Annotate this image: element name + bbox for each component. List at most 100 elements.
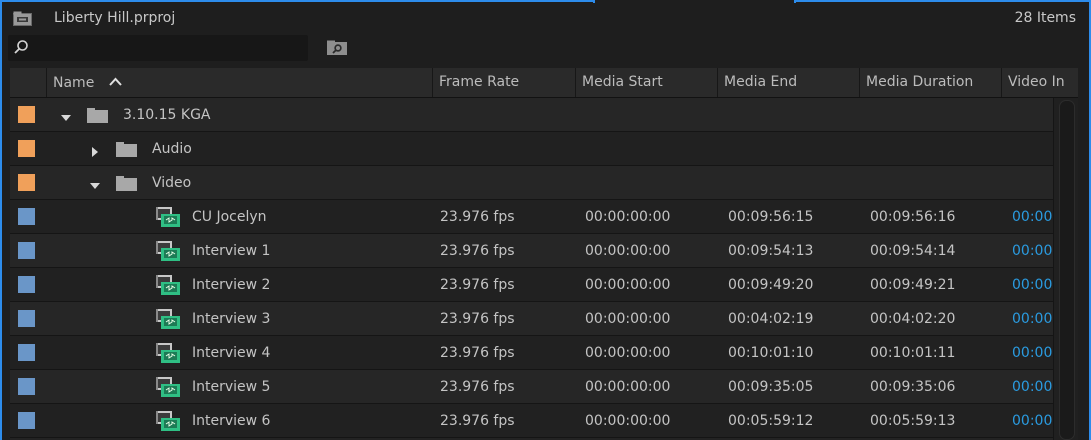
- column-header-media-start[interactable]: Media Start: [575, 68, 717, 97]
- clip-name: Interview 1: [192, 243, 271, 259]
- folder-icon: [87, 108, 108, 127]
- clip-row[interactable]: Interview 1 23.976 fps 00:00:00:00 00:09:54…: [10, 234, 1053, 268]
- media-end-cell: 00:04:02:19: [728, 311, 814, 327]
- label-color-swatch[interactable]: [18, 242, 35, 259]
- column-header-name-label: Name: [53, 75, 95, 91]
- folder-icon: [116, 176, 137, 195]
- video-in-cell[interactable]: 00:00:00:00: [1012, 200, 1053, 234]
- clip-name: CU Jocelyn: [192, 209, 267, 225]
- clip-row[interactable]: Interview 6 23.976 fps 00:00:00:00 00:05:59…: [10, 404, 1053, 438]
- label-color-swatch[interactable]: [18, 174, 35, 191]
- media-duration-cell: 00:05:59:13: [870, 413, 956, 429]
- disclosure-expanded-icon[interactable]: [60, 109, 72, 128]
- video-in-cell[interactable]: 00:00:00:00: [1012, 370, 1053, 404]
- media-duration-cell: 00:10:01:11: [870, 345, 956, 361]
- project-bin-icon[interactable]: [13, 11, 32, 26]
- media-end-cell: 00:05:59:12: [728, 413, 814, 429]
- multicam-clip-icon: [156, 275, 180, 299]
- clip-row[interactable]: Interview 5 23.976 fps 00:00:00:00 00:09:35…: [10, 370, 1053, 404]
- label-color-swatch[interactable]: [18, 140, 35, 157]
- media-start-cell: 00:00:00:00: [585, 209, 671, 225]
- frame-rate-cell: 23.976 fps: [440, 379, 515, 395]
- media-duration-cell: 00:09:54:14: [870, 243, 956, 259]
- column-header-name[interactable]: Name: [46, 68, 432, 97]
- label-color-swatch[interactable]: [18, 344, 35, 361]
- label-color-swatch[interactable]: [18, 208, 35, 225]
- frame-rate-cell: 23.976 fps: [440, 209, 515, 225]
- panel-focus-edge-left: [0, 0, 2, 440]
- label-color-swatch[interactable]: [18, 412, 35, 429]
- media-duration-cell: 00:04:02:20: [870, 311, 956, 327]
- clip-name: Interview 3: [192, 311, 271, 327]
- media-start-cell: 00:00:00:00: [585, 277, 671, 293]
- disclosure-expanded-icon[interactable]: [89, 177, 101, 196]
- multicam-clip-icon: [156, 377, 180, 401]
- scrollbar-track[interactable]: [1059, 100, 1075, 440]
- label-color-swatch[interactable]: [18, 310, 35, 327]
- new-search-bin-button[interactable]: [326, 40, 348, 56]
- frame-rate-cell: 23.976 fps: [440, 243, 515, 259]
- clip-row[interactable]: Interview 3 23.976 fps 00:00:00:00 00:04:02…: [10, 302, 1053, 336]
- panel-focus-border-right: [794, 0, 1091, 3]
- label-color-swatch[interactable]: [18, 378, 35, 395]
- column-header-row: Name Frame Rate Media Start Media End Me…: [10, 68, 1078, 98]
- media-start-cell: 00:00:00:00: [585, 243, 671, 259]
- column-header-label-color[interactable]: [10, 68, 45, 97]
- clip-name: Interview 4: [192, 345, 271, 361]
- label-color-swatch[interactable]: [18, 276, 35, 293]
- video-in-cell[interactable]: 00:00:00:00: [1012, 404, 1053, 438]
- search-row: [2, 34, 362, 62]
- bin-row[interactable]: 3.10.15 KGA: [10, 98, 1053, 132]
- project-title: Liberty Hill.prproj: [54, 10, 176, 26]
- column-header-media-duration[interactable]: Media Duration: [859, 68, 1001, 97]
- search-input[interactable]: [8, 35, 308, 61]
- media-duration-cell: 00:09:56:16: [870, 209, 956, 225]
- bin-name: 3.10.15 KGA: [123, 107, 211, 123]
- clip-name: Interview 2: [192, 277, 271, 293]
- multicam-clip-icon: [156, 241, 180, 265]
- project-list-view: Name Frame Rate Media Start Media End Me…: [10, 68, 1078, 440]
- media-end-cell: 00:09:54:13: [728, 243, 814, 259]
- folder-icon: [116, 142, 137, 161]
- column-header-media-end[interactable]: Media End: [717, 68, 859, 97]
- bin-name: Video: [152, 175, 192, 191]
- media-duration-cell: 00:09:49:21: [870, 277, 956, 293]
- multicam-clip-icon: [156, 309, 180, 333]
- frame-rate-cell: 23.976 fps: [440, 345, 515, 361]
- media-end-cell: 00:10:01:10: [728, 345, 814, 361]
- media-end-cell: 00:09:49:20: [728, 277, 814, 293]
- vertical-scrollbar[interactable]: [1053, 98, 1078, 440]
- frame-rate-cell: 23.976 fps: [440, 413, 515, 429]
- video-in-cell[interactable]: 00:00:00:00: [1012, 268, 1053, 302]
- media-start-cell: 00:00:00:00: [585, 413, 671, 429]
- item-count: 28 Items: [1014, 10, 1076, 26]
- project-items: 3.10.15 KGA Audio Video CU Jocelyn 23.976 fp…: [10, 98, 1053, 438]
- clip-name: Interview 6: [192, 413, 271, 429]
- bin-name: Audio: [152, 141, 192, 157]
- clip-row[interactable]: Interview 2 23.976 fps 00:00:00:00 00:09:49…: [10, 268, 1053, 302]
- label-color-swatch[interactable]: [18, 106, 35, 123]
- column-header-frame-rate[interactable]: Frame Rate: [432, 68, 575, 97]
- video-in-cell[interactable]: 00:00:00:00: [1012, 302, 1053, 336]
- video-in-cell[interactable]: 00:00:00:00: [1012, 336, 1053, 370]
- bin-row[interactable]: Audio: [10, 132, 1053, 166]
- media-start-cell: 00:00:00:00: [585, 345, 671, 361]
- sort-ascending-icon: [109, 68, 122, 97]
- column-header-video-in[interactable]: Video In: [1001, 68, 1078, 97]
- video-in-cell[interactable]: 00:00:00:00: [1012, 234, 1053, 268]
- clip-name: Interview 5: [192, 379, 271, 395]
- frame-rate-cell: 23.976 fps: [440, 277, 515, 293]
- multicam-clip-icon: [156, 207, 180, 231]
- multicam-clip-icon: [156, 411, 180, 435]
- media-end-cell: 00:09:56:15: [728, 209, 814, 225]
- clip-row[interactable]: Interview 4 23.976 fps 00:00:00:00 00:10:01…: [10, 336, 1053, 370]
- multicam-clip-icon: [156, 343, 180, 367]
- project-panel-header: Liberty Hill.prproj 28 Items: [2, 4, 1089, 32]
- clip-row[interactable]: CU Jocelyn 23.976 fps 00:00:00:00 00:09:56:…: [10, 200, 1053, 234]
- media-start-cell: 00:00:00:00: [585, 379, 671, 395]
- frame-rate-cell: 23.976 fps: [440, 311, 515, 327]
- media-end-cell: 00:09:35:05: [728, 379, 814, 395]
- bin-row[interactable]: Video: [10, 166, 1053, 200]
- disclosure-collapsed-icon[interactable]: [89, 143, 101, 162]
- media-duration-cell: 00:09:35:06: [870, 379, 956, 395]
